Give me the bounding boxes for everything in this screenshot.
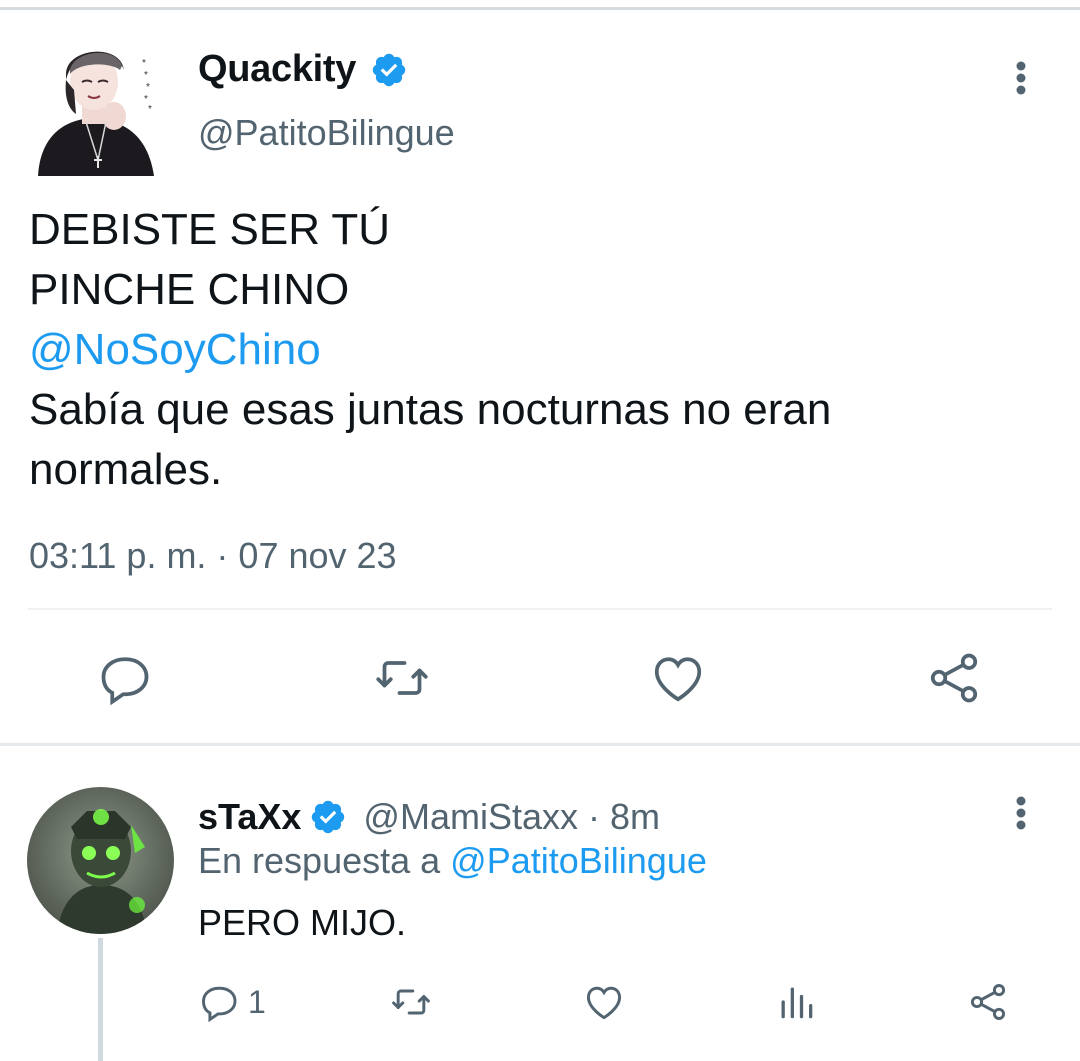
more-options-icon[interactable]	[1006, 58, 1036, 98]
views-button[interactable]	[774, 980, 818, 1024]
reply-author-row[interactable]: sTaXx @MamiStaxx · 8m	[198, 796, 660, 838]
reply-avatar[interactable]	[27, 787, 174, 934]
verified-badge-icon	[312, 800, 345, 834]
tweet-text-line: DEBISTE SER TÚ	[29, 205, 391, 254]
reply-display-name[interactable]: sTaXx	[198, 796, 301, 838]
tweet-text-line: Sabía que esas juntas nocturnas no eran	[29, 385, 832, 434]
share-button[interactable]	[966, 980, 1010, 1024]
tweet-text-line: normales.	[29, 445, 223, 494]
retweet-button[interactable]	[386, 980, 436, 1024]
reply-icon[interactable]	[198, 980, 242, 1024]
reply-to-line: En respuesta a @PatitoBilingue	[198, 840, 707, 882]
reply-to-handle[interactable]: @PatitoBilingue	[450, 840, 707, 881]
svg-text:*: *	[142, 58, 146, 69]
thread-line	[98, 938, 103, 1061]
reply-text: PERO MIJO.	[198, 902, 407, 943]
like-icon[interactable]	[648, 648, 708, 708]
svg-text:*: *	[148, 104, 152, 115]
verified-badge-icon	[372, 53, 406, 86]
tweet-text-line: PINCHE CHINO	[29, 265, 350, 314]
like-icon[interactable]	[582, 980, 626, 1024]
mention-link[interactable]: @NoSoyChino	[29, 320, 1049, 380]
display-name[interactable]: Quackity	[198, 48, 356, 91]
section-divider	[0, 743, 1080, 746]
reply-icon[interactable]	[96, 648, 156, 708]
author-name-row[interactable]: Quackity	[198, 48, 408, 91]
like-button[interactable]	[582, 980, 626, 1024]
reply-button[interactable]: 1	[198, 980, 266, 1024]
tweet-timestamp[interactable]: 03:11 p. m. · 07 nov 23	[29, 535, 397, 577]
views-icon[interactable]	[774, 980, 818, 1024]
svg-text:*: *	[144, 70, 148, 81]
share-icon[interactable]	[924, 648, 984, 708]
reply-count: 1	[248, 983, 266, 1020]
divider	[28, 608, 1052, 610]
avatar[interactable]: * * * * *	[30, 40, 160, 176]
author-handle[interactable]: @PatitoBilingue	[198, 112, 455, 154]
retweet-icon[interactable]	[386, 980, 436, 1024]
tweet-text: DEBISTE SER TÚ PINCHE CHINO @NoSoyChino …	[29, 200, 1049, 500]
retweet-icon[interactable]	[372, 648, 432, 708]
reply-to-prefix: En respuesta a	[198, 840, 441, 881]
top-divider	[0, 0, 1080, 10]
svg-text:*: *	[146, 82, 150, 93]
share-icon[interactable]	[966, 980, 1010, 1024]
more-options-icon[interactable]	[1006, 793, 1036, 833]
reply-handle-time[interactable]: @MamiStaxx · 8m	[363, 796, 660, 838]
